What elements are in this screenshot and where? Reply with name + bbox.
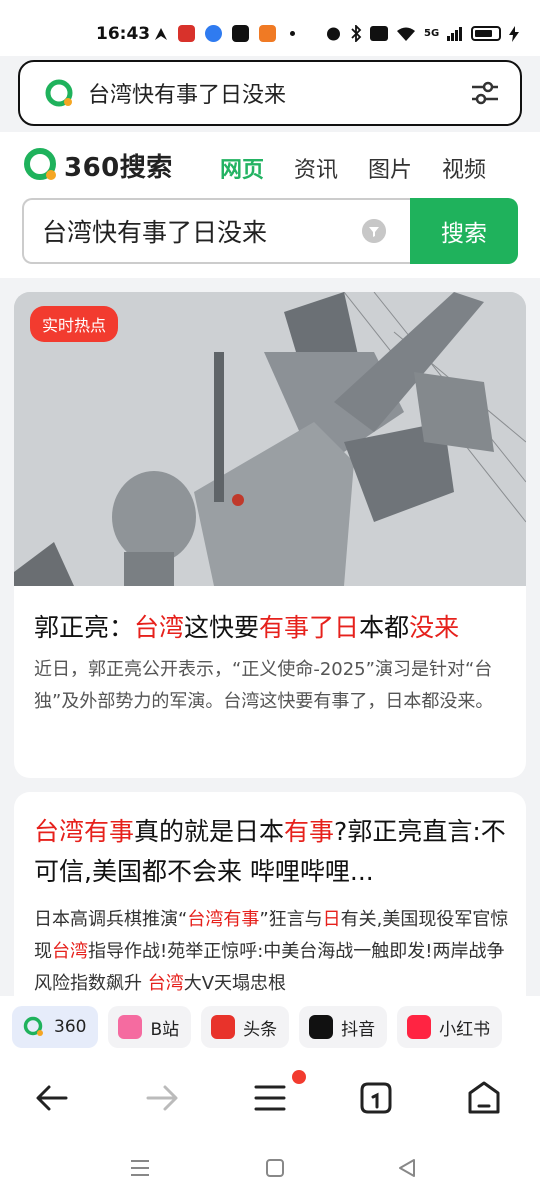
quick-link-label: 360 <box>54 1017 87 1037</box>
tab-news[interactable]: 资讯 <box>294 152 338 184</box>
signal-icon <box>447 27 463 41</box>
title-highlight: 有事 <box>284 817 335 846</box>
home-icon[interactable] <box>464 1078 504 1118</box>
blue-app-icon <box>205 25 222 42</box>
search-box: 搜索 <box>22 198 518 264</box>
back-button-icon[interactable] <box>395 1156 419 1180</box>
title-highlight: 台湾 <box>134 613 185 642</box>
quick-link-label: 头条 <box>243 1019 278 1040</box>
result-card[interactable]: 实时热点 郭正亮：台湾这快要有事了日本都没来 近日，郭正亮公开表示，“正义使命-… <box>14 292 526 778</box>
desc-highlight: 台湾有事 <box>187 909 260 930</box>
quick-link-360[interactable]: 360 <box>12 1006 99 1048</box>
bilibili-icon <box>118 1015 143 1039</box>
tab-web[interactable]: 网页 <box>220 152 264 184</box>
arrow-app-icon <box>155 27 167 40</box>
quick-link-label: 小红书 <box>439 1019 491 1040</box>
quick-link-xiaohongshu[interactable]: 小红书 <box>397 1006 503 1048</box>
desc-highlight: 日 <box>322 909 341 930</box>
title-segment: 这快要 <box>184 613 260 642</box>
result-card[interactable]: 台湾有事真的就是日本有事?郭正亮直言:不可信,美国都不会来 哔哩哔哩... 日本… <box>14 792 526 996</box>
result-title[interactable]: 郭正亮：台湾这快要有事了日本都没来 <box>34 608 510 644</box>
charging-icon <box>509 25 520 42</box>
network-type: 5G <box>424 28 440 39</box>
quick-link-label: B站 <box>150 1019 180 1040</box>
title-segment: 郭正亮： <box>34 613 135 642</box>
title-segment: 真的就是日本 <box>134 817 285 846</box>
notification-icons <box>154 25 295 42</box>
clear-icon[interactable] <box>362 219 386 243</box>
title-highlight: 没来 <box>409 613 460 642</box>
result-description: 日本高调兵棋推演“台湾有事”狂言与日有关,美国现役军官惊现台湾指导作战!苑举正惊… <box>34 904 510 996</box>
status-time: 16:43 <box>96 24 151 44</box>
browser-bottom-nav <box>0 1058 540 1140</box>
tabs-icon[interactable] <box>356 1078 396 1118</box>
filter-settings-icon[interactable] <box>468 76 502 110</box>
tab-images[interactable]: 图片 <box>368 152 412 184</box>
xiaohongshu-icon <box>407 1015 432 1039</box>
address-query[interactable]: 台湾快有事了日没来 <box>88 77 468 109</box>
site-header: 360搜索 网页 资讯 图片 视频 搜索 <box>0 132 540 278</box>
browser-address-bar[interactable]: 台湾快有事了日没来 <box>18 60 522 126</box>
status-bar: 16:43 5G <box>0 0 540 56</box>
search-results-page: 360搜索 网页 资讯 图片 视频 搜索 <box>0 132 540 996</box>
360-logo-icon <box>23 1016 43 1036</box>
desc-highlight: 台湾 <box>147 973 184 994</box>
red-app-icon <box>178 25 195 42</box>
360-logo-icon <box>45 79 73 107</box>
system-nav-bar <box>0 1140 540 1200</box>
title-segment: 本都 <box>359 613 410 642</box>
bluetooth-icon <box>351 25 362 42</box>
quick-link-douyin[interactable]: 抖音 <box>299 1006 388 1048</box>
system-icons: 5G <box>325 25 520 42</box>
desc-segment: 日本高调兵棋推演“ <box>34 909 188 930</box>
more-dot-icon <box>290 31 295 36</box>
alarm-icon <box>327 27 340 41</box>
forward-icon[interactable] <box>142 1078 182 1118</box>
desc-highlight: 台湾 <box>52 941 88 962</box>
title-highlight: 台湾有事 <box>34 817 135 846</box>
search-button[interactable]: 搜索 <box>410 198 518 264</box>
result-title[interactable]: 台湾有事真的就是日本有事?郭正亮直言:不可信,美国都不会来 哔哩哔哩... <box>34 812 510 892</box>
brand-name: 360搜索 <box>64 152 173 183</box>
quick-links-bar: 360 B站 头条 抖音 小红书 <box>0 996 540 1058</box>
menu-icon[interactable] <box>250 1078 290 1118</box>
notification-dot <box>292 1070 306 1084</box>
douyin-icon <box>309 1015 334 1039</box>
quick-link-label: 抖音 <box>341 1019 376 1040</box>
tab-videos[interactable]: 视频 <box>442 152 486 184</box>
quick-link-bilibili[interactable]: B站 <box>108 1006 192 1048</box>
desc-segment: ”狂言与 <box>259 909 323 930</box>
quick-link-toutiao[interactable]: 头条 <box>201 1006 290 1048</box>
battery-icon <box>471 26 502 41</box>
recent-apps-icon[interactable] <box>128 1156 152 1180</box>
wifi-icon <box>397 27 415 41</box>
hot-topic-badge: 实时热点 <box>30 306 119 342</box>
brand[interactable]: 360搜索 <box>22 146 173 184</box>
toutiao-icon <box>211 1015 236 1039</box>
360-logo-icon <box>24 148 56 180</box>
book-app-icon <box>259 25 276 42</box>
result-description: 近日，郭正亮公开表示，“正义使命-2025”演习是针对“台独”及外部势力的军演。… <box>34 659 494 712</box>
back-icon[interactable] <box>32 1078 72 1118</box>
tiktok-app-icon <box>232 25 249 42</box>
home-button-icon[interactable] <box>263 1156 287 1180</box>
category-tabs: 网页 资讯 图片 视频 <box>220 152 486 184</box>
title-highlight: 有事了日 <box>259 613 360 642</box>
desc-segment: 大V天塌忠根 <box>183 973 287 994</box>
hot-news-image[interactable]: 实时热点 <box>14 292 526 586</box>
hd-icon <box>370 26 388 41</box>
search-input[interactable] <box>22 198 410 264</box>
